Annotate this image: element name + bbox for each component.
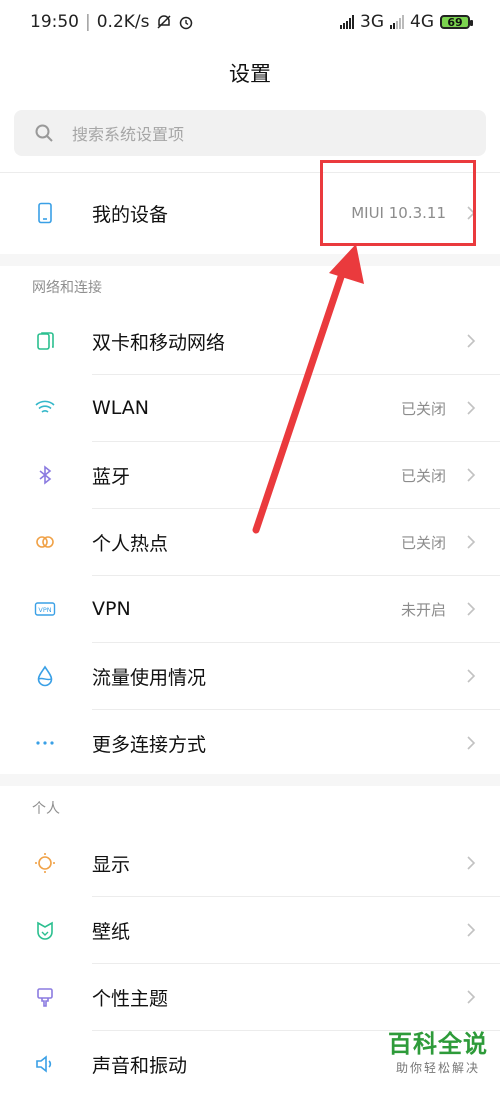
annotation-arrow bbox=[252, 244, 364, 534]
watermark-subtitle: 助你轻松解决 bbox=[395, 1061, 480, 1075]
watermark-title: 百科全说 bbox=[388, 1030, 488, 1058]
watermark: 百科全说 助你轻松解决 bbox=[388, 1024, 488, 1076]
